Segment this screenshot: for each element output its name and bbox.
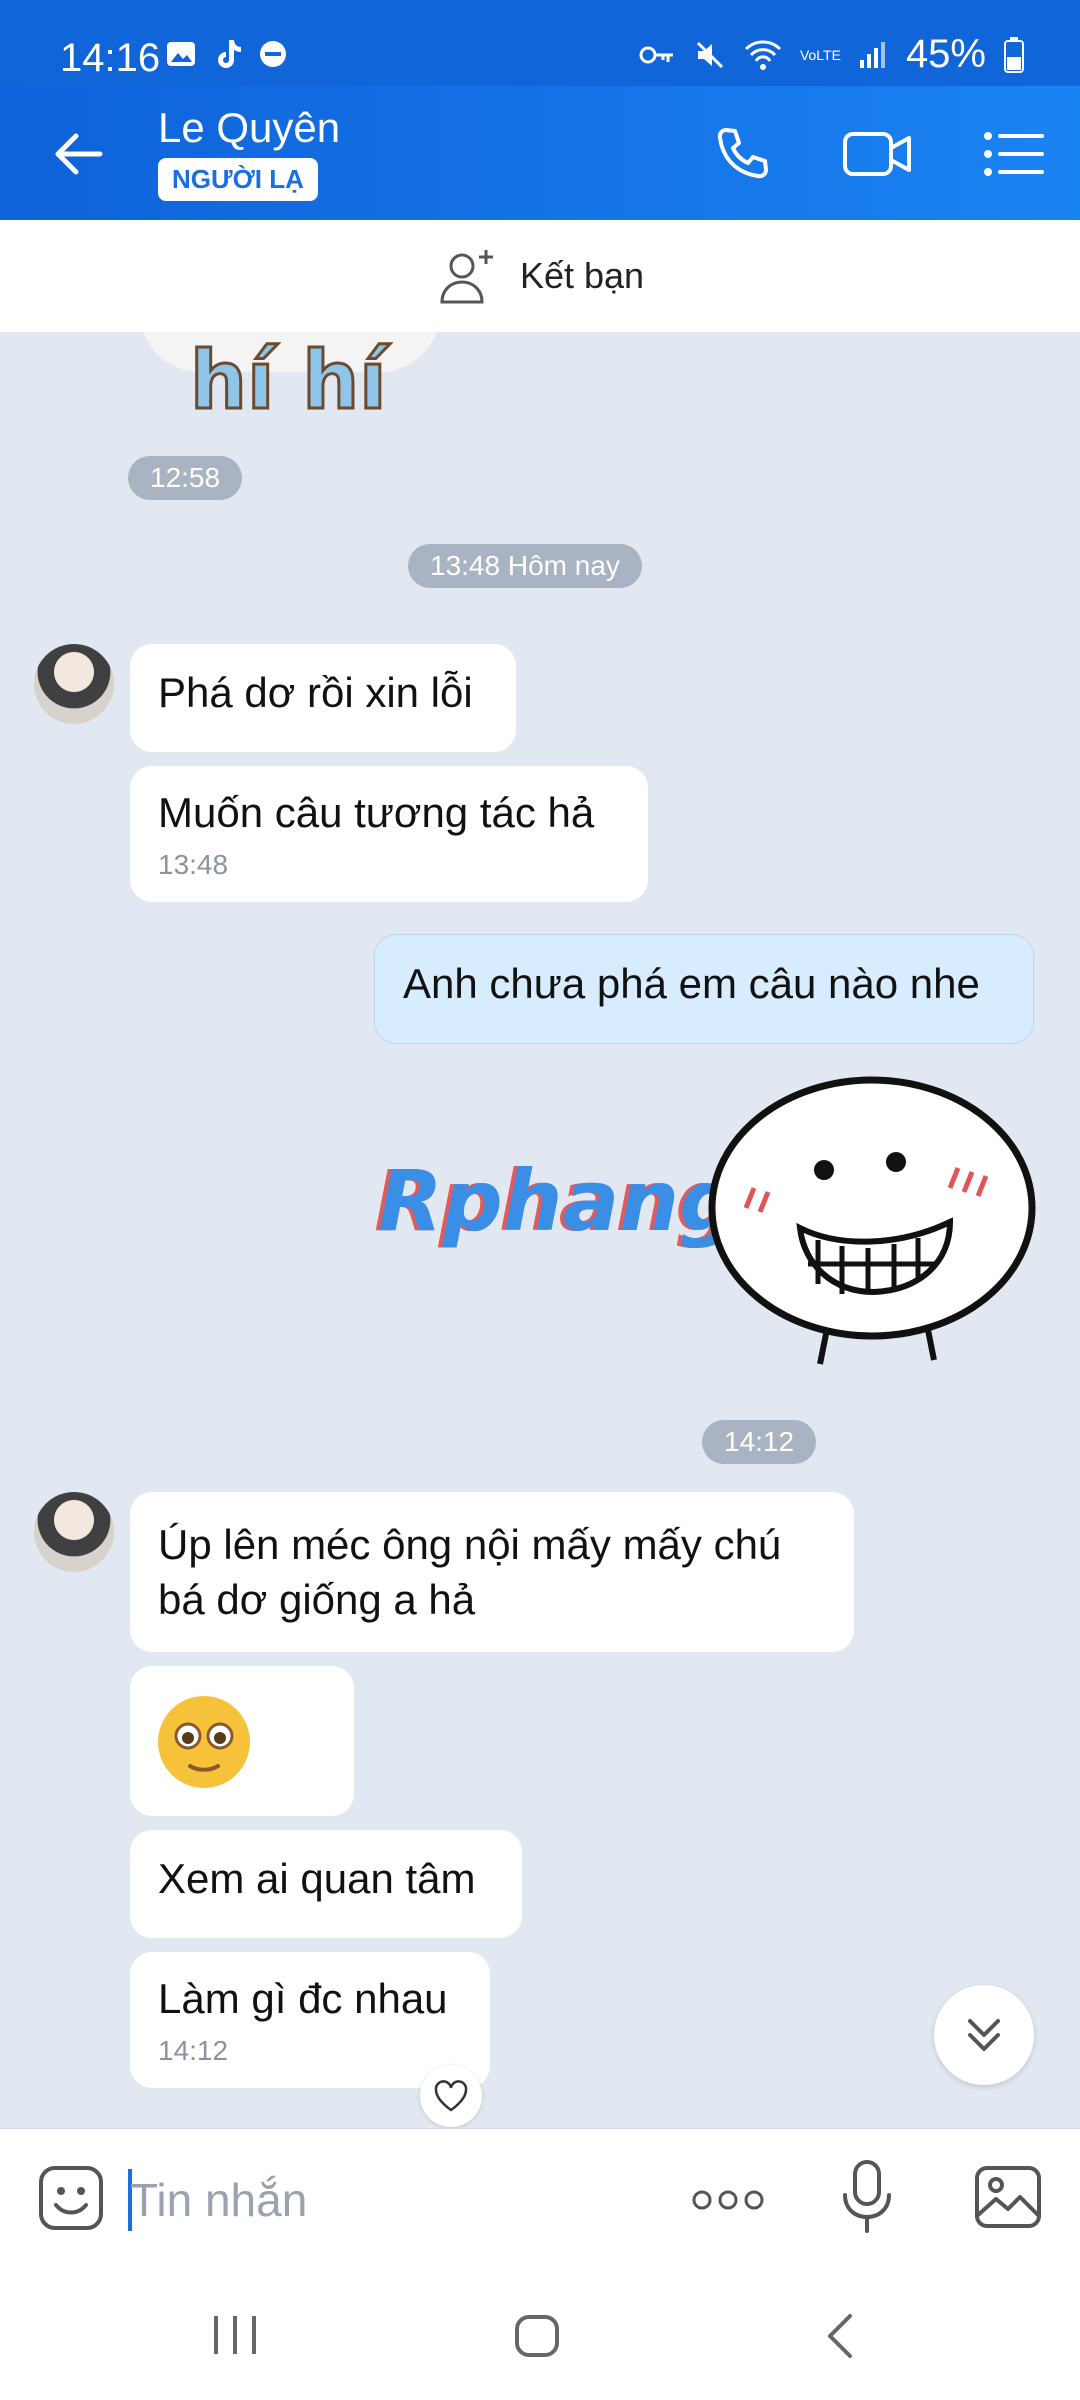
signal-icon xyxy=(859,41,885,68)
volte-label: VoLTE xyxy=(799,46,841,63)
chat-messages[interactable]: hí hí 12:58 13:48 Hôm nay Phá dơ rồi xin… xyxy=(0,332,1080,2128)
watermark-text: Rphang xyxy=(378,1152,740,1250)
message-text: Phá dơ rồi xin lỗi xyxy=(158,669,473,716)
message-text: Úp lên méc ông nội mấy mấy chú bá dơ giố… xyxy=(158,1521,782,1623)
message-bubble[interactable]: Muốn câu tương tác hả 13:48 xyxy=(130,766,648,902)
sticker-hihi: hí hí xyxy=(130,332,450,432)
video-call-icon[interactable] xyxy=(842,124,914,184)
smile-sticker[interactable] xyxy=(696,1068,1042,1368)
double-chevron-down-icon xyxy=(968,2019,1000,2051)
message-text: Anh chưa phá em câu nào nhe xyxy=(403,960,980,1007)
sticker-text: hí hí xyxy=(189,333,389,429)
heart-icon xyxy=(434,2080,468,2112)
message-text: Xem ai quan tâm xyxy=(158,1855,476,1902)
key-icon xyxy=(639,46,673,63)
system-nav-bar xyxy=(0,2268,1080,2400)
add-friend-label: Kết bạn xyxy=(519,255,645,296)
contact-avatar[interactable] xyxy=(34,644,114,724)
tiktok-icon xyxy=(218,40,241,68)
day-divider: 13:48 Hôm nay xyxy=(408,544,642,588)
message-input-bar: Tin nhắn xyxy=(0,2128,1080,2269)
message-input[interactable]: Tin nhắn xyxy=(130,2173,307,2227)
wifi-icon xyxy=(744,39,781,70)
add-friend-icon xyxy=(440,250,493,304)
gallery-icon xyxy=(167,42,195,66)
stranger-badge: NGƯỜI LẠ xyxy=(158,158,318,201)
message-time: 12:58 xyxy=(128,456,243,500)
react-heart-button[interactable] xyxy=(420,2065,482,2127)
status-time: 14:16 xyxy=(60,36,161,80)
contact-name[interactable]: Le Quyên xyxy=(158,104,340,152)
menu-list-icon[interactable] xyxy=(982,124,1044,184)
message-text: Làm gì đc nhau xyxy=(158,1975,448,2022)
message-time: 13:48 xyxy=(158,848,229,880)
add-friend-button[interactable]: Kết bạn xyxy=(0,220,1080,332)
back-arrow-icon[interactable] xyxy=(48,124,108,184)
message-bubble[interactable]: Xem ai quan tâm xyxy=(130,1830,522,1938)
image-gallery-icon[interactable] xyxy=(974,2165,1042,2229)
status-bar: 14:16 VoLTE 45% xyxy=(0,0,1080,86)
microphone-icon[interactable] xyxy=(840,2159,894,2235)
phone-call-icon[interactable] xyxy=(712,124,772,184)
message-bubble[interactable]: Úp lên méc ông nội mấy mấy chú bá dơ giố… xyxy=(130,1492,854,1652)
battery-percent: 45% xyxy=(905,32,986,76)
sticker-emoji-icon[interactable] xyxy=(38,2165,104,2231)
emoji-bubble[interactable] xyxy=(130,1666,354,1816)
notification-icons xyxy=(165,38,289,70)
shy-emoji-icon xyxy=(158,1696,250,1788)
back-nav-icon[interactable] xyxy=(820,2312,860,2360)
mute-icon xyxy=(696,41,723,68)
home-icon[interactable] xyxy=(514,2314,560,2358)
recent-apps-icon[interactable] xyxy=(210,2314,260,2356)
message-time: 14:12 xyxy=(158,2034,229,2066)
status-right: VoLTE 45% xyxy=(638,32,1024,77)
scroll-to-bottom-button[interactable] xyxy=(934,1985,1034,2085)
more-options-icon[interactable] xyxy=(690,2187,766,2213)
message-time: 14:12 xyxy=(702,1420,817,1464)
message-text: Muốn câu tương tác hả xyxy=(158,789,595,836)
my-message-bubble[interactable]: Anh chưa phá em câu nào nhe xyxy=(374,934,1034,1044)
message-bubble[interactable]: Phá dơ rồi xin lỗi xyxy=(130,644,516,752)
contact-avatar[interactable] xyxy=(34,1492,114,1572)
dnd-icon xyxy=(260,41,286,67)
chat-header: Le Quyên NGƯỜI LẠ xyxy=(0,86,1080,220)
battery-icon xyxy=(1004,36,1024,73)
